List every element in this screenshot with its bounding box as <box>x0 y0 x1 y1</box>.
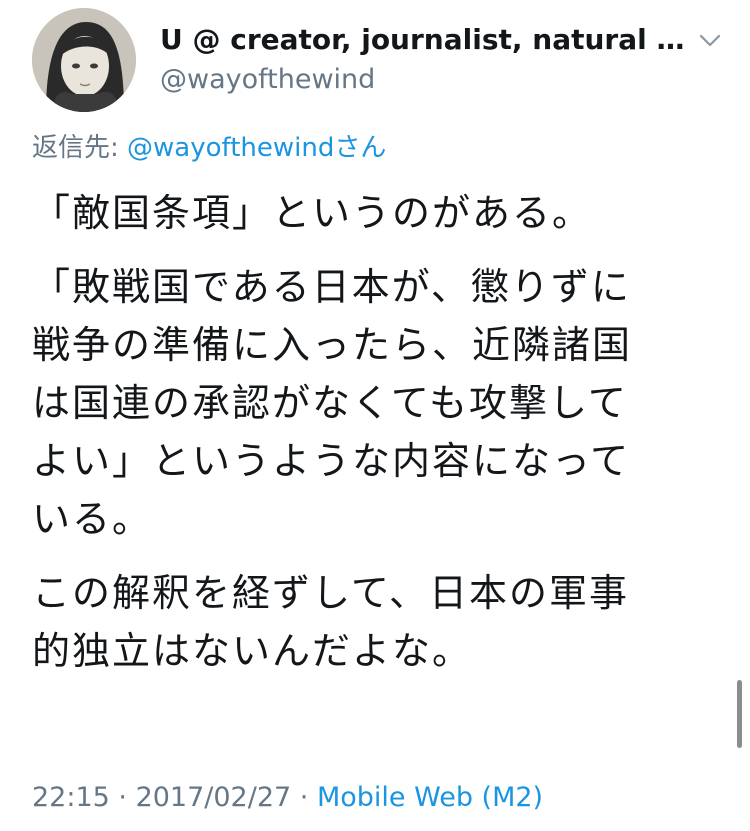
tweet-time[interactable]: 22:15 <box>32 782 110 813</box>
scrollbar[interactable] <box>737 680 742 748</box>
tweet-date[interactable]: 2017/02/27 <box>136 782 292 813</box>
tweet-paragraph: この解釈を経ずして、日本の軍事 的独立はないんだよな。 <box>32 571 629 673</box>
reply-prefix: 返信先: <box>32 133 128 163</box>
avatar-illustration <box>32 8 136 112</box>
tweet-paragraph: 「敗戦国である日本が、懲りずに 戦争の準備に入ったら、近隣諸国 は国連の承認がな… <box>32 265 633 541</box>
reply-handle-link[interactable]: @wayofthewindさん <box>127 133 386 163</box>
tweet-paragraph: 「敵国条項」というのがある。 <box>32 191 593 235</box>
tweet-meta: 22:15 · 2017/02/27 · Mobile Web (M2) <box>32 778 543 818</box>
tweet: U @ creator, journalist, natural pe... @… <box>0 0 750 831</box>
tweet-source-link[interactable]: Mobile Web (M2) <box>317 782 543 813</box>
reply-context: 返信先: @wayofthewindさん <box>32 128 386 168</box>
chevron-down-icon[interactable] <box>696 26 724 54</box>
meta-separator: · <box>291 782 317 813</box>
avatar[interactable] <box>32 8 136 112</box>
author-handle[interactable]: @wayofthewind <box>160 62 375 98</box>
author-name[interactable]: U @ creator, journalist, natural pe... <box>160 20 700 60</box>
tweet-text: 「敵国条項」というのがある。 「敗戦国である日本が、懲りずに 戦争の準備に入った… <box>32 184 732 696</box>
meta-separator: · <box>109 782 136 813</box>
